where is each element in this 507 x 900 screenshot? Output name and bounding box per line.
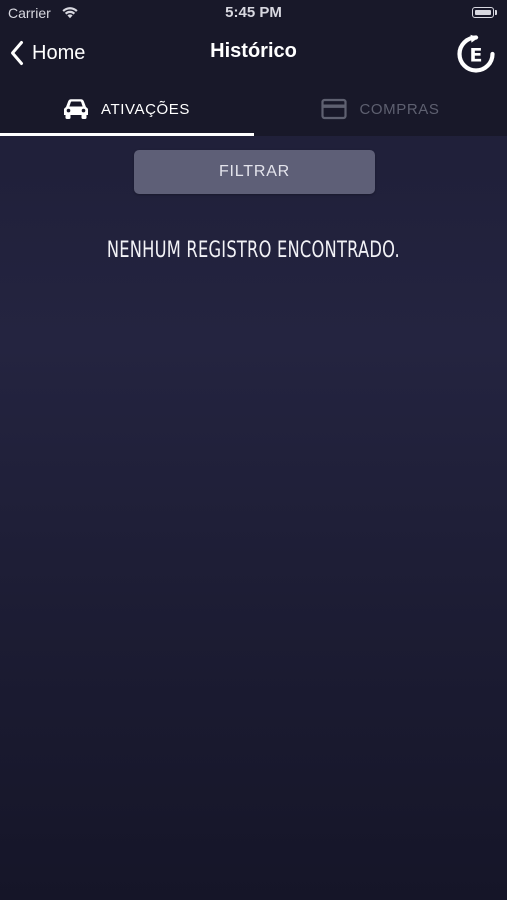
car-icon — [63, 99, 88, 119]
logo-letter: E — [470, 45, 483, 67]
active-tab-indicator — [0, 133, 254, 136]
filter-button[interactable]: FILTRAR — [134, 150, 375, 194]
filter-label: FILTRAR — [218, 163, 291, 180]
tab-purchases-label: COMPRAS — [359, 100, 440, 118]
status-bar: Carrier 5:45 PM — [0, 0, 507, 28]
navigation-bar: Home Histórico E — [0, 28, 507, 80]
history-screen: Carrier 5:45 PM Home Histórico E ATIVAÇÕ… — [0, 0, 507, 900]
back-button[interactable]: Home — [10, 38, 85, 68]
tab-purchases[interactable]: COMPRAS — [254, 82, 507, 136]
status-time: 5:45 PM — [225, 4, 282, 21]
refresh-e-logo-icon[interactable]: E — [456, 34, 496, 74]
battery-level — [474, 9, 491, 15]
chevron-left-icon — [11, 41, 23, 65]
tab-bar: ATIVAÇÕES COMPRAS — [0, 82, 507, 136]
empty-state-message: NENHUM REGISTRO ENCONTRADO. — [106, 238, 400, 263]
battery-cap — [495, 10, 497, 15]
tab-activations-label: ATIVAÇÕES — [100, 100, 191, 118]
credit-card-icon — [321, 98, 348, 120]
tab-activations[interactable]: ATIVAÇÕES — [0, 82, 253, 136]
back-label: Home — [32, 41, 86, 64]
battery-icon — [472, 7, 494, 18]
